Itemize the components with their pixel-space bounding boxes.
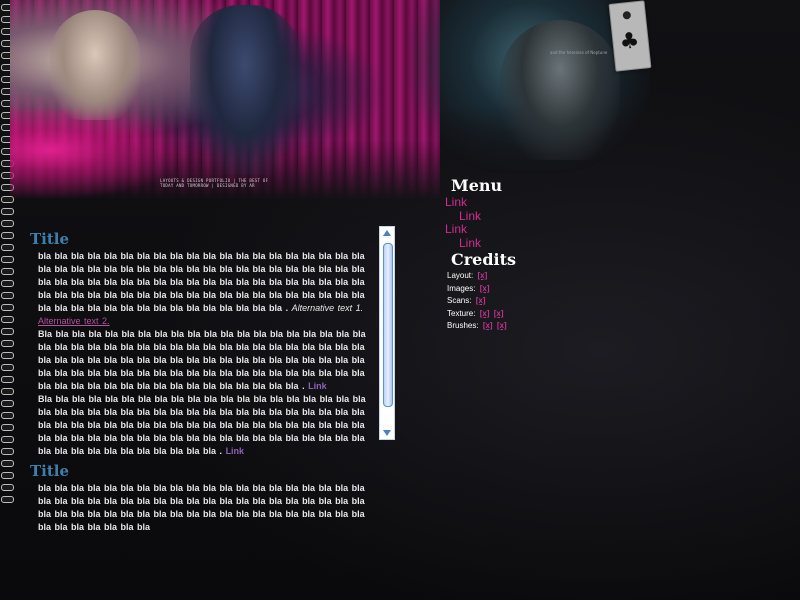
credit-link[interactable]: [x]: [480, 284, 490, 293]
credit-link[interactable]: [x]: [483, 321, 493, 330]
binding-ring: [1, 400, 14, 407]
binding-ring: [1, 304, 14, 311]
menu-link-4[interactable]: Link: [445, 236, 565, 251]
credit-row-layout: Layout: [x]: [447, 270, 565, 283]
binding-ring: [1, 268, 14, 275]
header-figure-1: [50, 10, 140, 120]
binding-ring: [1, 376, 14, 383]
credit-label: Images:: [447, 283, 476, 293]
paragraph-text: bla bla bla bla bla bla bla bla bla bla …: [38, 483, 365, 532]
header-figure-2: [190, 5, 300, 175]
binding-ring: [1, 448, 14, 455]
binding-ring: [1, 484, 14, 491]
credit-link[interactable]: [x]: [476, 296, 486, 305]
scrollbar-thumb[interactable]: [383, 243, 393, 407]
menu-link-1[interactable]: Link: [445, 195, 565, 210]
binding-ring: [1, 280, 14, 287]
binding-ring: [1, 388, 14, 395]
scroll-up-arrow-icon[interactable]: [383, 230, 391, 236]
binding-ring: [1, 496, 14, 503]
header-caption: LAYOUTS & DESIGN PORTFOLIO | THE BEST OF…: [160, 178, 269, 188]
header-figure-3: [500, 20, 620, 160]
inline-link[interactable]: Link: [308, 381, 327, 391]
binding-ring: [1, 340, 14, 347]
club-icon: ♣: [618, 28, 641, 56]
alternative-text-2-link[interactable]: Alternative text 2.: [38, 316, 110, 326]
credit-label: Texture:: [447, 308, 476, 318]
credit-link[interactable]: [x]: [477, 271, 487, 280]
section-paragraph: bla bla bla bla bla bla bla bla bla bla …: [38, 251, 366, 456]
credit-row-texture: Texture: [x] [x]: [447, 308, 565, 321]
binding-ring: [1, 460, 14, 467]
section-title: Title: [30, 230, 70, 248]
binding-ring: [1, 256, 14, 263]
binding-ring: [1, 232, 14, 239]
binding-ring: [1, 316, 14, 323]
alternative-text-1: Alternative text 1.: [291, 303, 364, 313]
credit-row-scans: Scans: [x]: [447, 295, 565, 308]
binding-ring: [1, 244, 14, 251]
credit-row-images: Images: [x]: [447, 283, 565, 296]
binding-ring: [1, 412, 14, 419]
credits-heading: Credits: [451, 250, 517, 269]
scroll-down-arrow-icon[interactable]: [383, 430, 391, 436]
sidebar-menu: Menu Link Link Link Link Credits Layout:…: [445, 176, 565, 333]
menu-link-2[interactable]: Link: [445, 209, 565, 224]
credit-row-brushes: Brushes: [x] [x]: [447, 320, 565, 333]
tag-hole: [622, 10, 632, 20]
binding-ring: [1, 352, 14, 359]
menu-link-3[interactable]: Link: [445, 222, 565, 237]
club-suit-tag-icon: ♣: [608, 0, 652, 72]
binding-ring: [1, 220, 14, 227]
credit-link[interactable]: [x]: [480, 309, 490, 318]
credit-link[interactable]: [x]: [494, 309, 504, 318]
content-area: Title bla bla bla bla bla bla bla bla bl…: [30, 230, 375, 534]
page: LAYOUTS & DESIGN PORTFOLIO | THE BEST OF…: [0, 0, 800, 600]
paragraph-text: Bla bla bla bla bla bla bla bla bla bla …: [38, 394, 366, 456]
credit-label: Brushes:: [447, 321, 479, 330]
inline-link[interactable]: Link: [226, 446, 245, 456]
section-paragraph: bla bla bla bla bla bla bla bla bla bla …: [38, 482, 375, 534]
menu-heading: Menu: [451, 176, 503, 195]
content-scrollbar[interactable]: [379, 226, 395, 440]
header-banner: LAYOUTS & DESIGN PORTFOLIO | THE BEST OF…: [10, 0, 650, 200]
binding-ring: [1, 292, 14, 299]
binding-ring: [1, 472, 14, 479]
credit-label: Scans:: [447, 296, 472, 305]
binding-ring: [1, 436, 14, 443]
binding-ring: [1, 364, 14, 371]
binding-ring: [1, 208, 14, 215]
binding-ring: [1, 424, 14, 431]
credit-link[interactable]: [x]: [497, 321, 507, 330]
section-title: Title: [30, 462, 70, 480]
binding-ring: [1, 328, 14, 335]
credit-label: Layout:: [447, 271, 474, 280]
